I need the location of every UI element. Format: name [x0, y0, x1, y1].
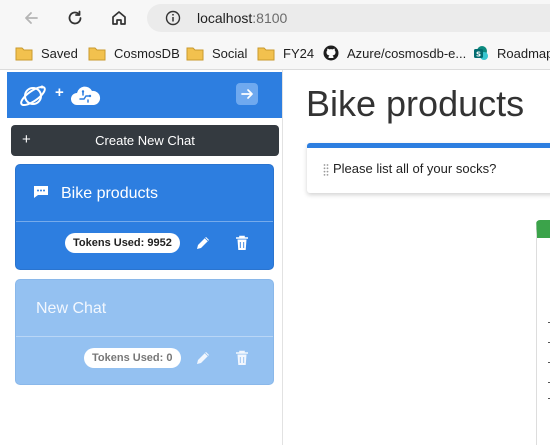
- svg-text:S: S: [476, 50, 481, 58]
- browser-toolbar: localhost:8100: [0, 0, 550, 36]
- chat-item-bike-products[interactable]: Bike products Tokens Used: 9952: [15, 164, 274, 270]
- bookmark-cosmosdb[interactable]: CosmosDB: [88, 44, 180, 62]
- github-icon: [323, 45, 339, 61]
- chat-main-panel: Bike products Please list all of your so…: [284, 70, 550, 445]
- chat-item-new-chat[interactable]: New Chat Tokens Used: 0: [15, 279, 274, 385]
- bookmark-fy24[interactable]: FY24: [257, 44, 314, 62]
- chat-item-header[interactable]: Bike products: [16, 165, 273, 222]
- folder-icon: [186, 47, 204, 60]
- sharepoint-icon: S: [474, 46, 488, 60]
- url-text: localhost:8100: [197, 10, 288, 26]
- bookmark-github[interactable]: Azure/cosmosdb-e...: [323, 44, 466, 62]
- chat-title: New Chat: [36, 300, 107, 317]
- chat-bubble-icon: [34, 186, 48, 198]
- reload-button[interactable]: [62, 5, 88, 31]
- plus-icon: +: [22, 131, 31, 148]
- sidebar-header: +: [7, 72, 282, 118]
- cloud-ai-logo-icon: [71, 86, 101, 105]
- folder-icon: [15, 47, 33, 60]
- user-prompt-card: Please list all of your socks?: [307, 143, 550, 193]
- header-plus-sign: +: [55, 84, 64, 101]
- trash-icon[interactable]: [235, 350, 249, 366]
- home-button[interactable]: [106, 5, 132, 31]
- create-new-chat-label: Create New Chat: [95, 133, 195, 148]
- bookmarks-bar: Saved CosmosDB Social FY24 Azure/cosmosd…: [0, 36, 550, 70]
- assistant-response-card: [536, 220, 550, 445]
- folder-icon: [257, 47, 275, 60]
- bookmark-saved[interactable]: Saved: [15, 44, 78, 62]
- back-button[interactable]: [18, 5, 44, 31]
- chat-item-header[interactable]: New Chat: [16, 280, 273, 337]
- bookmark-social[interactable]: Social: [186, 44, 247, 62]
- create-new-chat-button[interactable]: + Create New Chat: [11, 125, 279, 156]
- chat-title: Bike products: [61, 185, 158, 202]
- arrow-right-icon: [241, 89, 253, 99]
- sidebar: + + Create New Chat Bike products Tokens…: [0, 70, 283, 445]
- tokens-used-badge: Tokens Used: 9952: [65, 233, 180, 253]
- home-icon: [112, 11, 126, 25]
- reload-icon: [68, 10, 82, 25]
- trash-icon[interactable]: [235, 235, 249, 251]
- tokens-used-badge: Tokens Used: 0: [84, 348, 181, 368]
- drag-handle-icon[interactable]: [323, 163, 329, 177]
- bookmark-roadmap[interactable]: S Roadmap: [473, 44, 550, 62]
- planet-logo-icon: [20, 85, 46, 107]
- collapse-sidebar-button[interactable]: [236, 83, 258, 105]
- pencil-icon[interactable]: [195, 235, 211, 251]
- address-bar[interactable]: localhost:8100: [147, 4, 550, 32]
- page-title: Bike products: [306, 83, 525, 124]
- folder-icon: [88, 47, 106, 60]
- info-icon[interactable]: [165, 10, 181, 26]
- user-prompt-text: Please list all of your socks?: [333, 161, 497, 176]
- arrow-left-icon: [25, 12, 38, 24]
- pencil-icon[interactable]: [195, 350, 211, 366]
